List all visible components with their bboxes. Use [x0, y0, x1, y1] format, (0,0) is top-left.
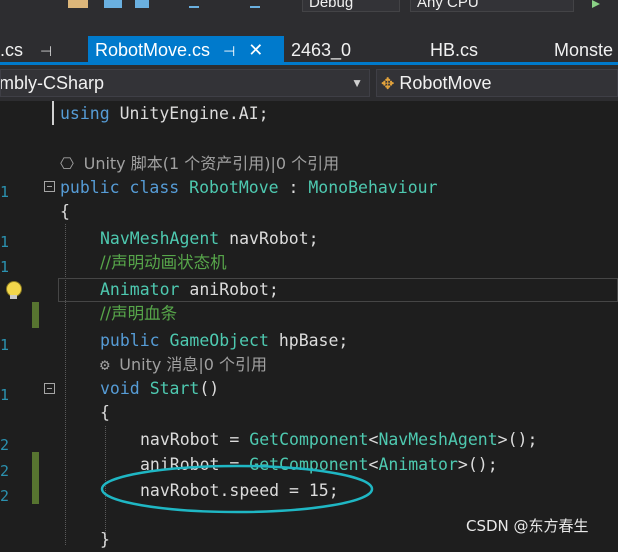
type-dropdown[interactable]: ✥ RobotMove [376, 69, 618, 97]
class-icon: ✥ [381, 76, 395, 93]
code-line: Animator aniRobot; [100, 278, 279, 302]
codelens-line[interactable]: ⎔ Unity 脚本(1 个资产引用)|0 个引用 [60, 152, 339, 176]
close-brace: } [100, 530, 110, 549]
keyword-using: using [60, 104, 110, 123]
save-icon[interactable] [104, 0, 122, 8]
project-label: mbly-CSharp [0, 73, 105, 93]
change-marker [32, 452, 39, 504]
codelens-line[interactable]: ⚙ Unity 消息|0 个引用 [100, 353, 267, 377]
project-dropdown[interactable]: mbly-CSharp ▼ [0, 69, 370, 97]
save-all-icon[interactable] [135, 0, 149, 8]
comment-line: //声明动画状态机 [100, 251, 227, 275]
call-end: >(); [497, 430, 538, 449]
field-name: aniRobot; [179, 280, 279, 299]
assign-text: aniRobot = [140, 455, 250, 474]
line-number-cut: 1 [0, 386, 8, 404]
line-number-cut: 1 [0, 258, 8, 276]
field-name: hpBase; [268, 331, 349, 350]
parens: () [199, 379, 220, 398]
code-line: public class RobotMove : MonoBehaviour [60, 176, 438, 200]
configuration-combo[interactable]: Debug [302, 0, 400, 12]
method-call: GetComponent [249, 455, 369, 474]
line-number-cut: 2 [0, 487, 8, 505]
keyword-void: void [100, 379, 140, 398]
open-brace: { [100, 403, 110, 422]
undo-icon[interactable] [250, 0, 260, 8]
namespace-text: UnityEngine.AI; [109, 104, 269, 123]
comment-text: //声明动画状态机 [100, 253, 227, 272]
assign-text: navRobot = [140, 430, 250, 449]
play-icon[interactable] [592, 0, 600, 8]
indent-guide [52, 101, 54, 125]
open-brace: { [60, 202, 70, 221]
type-navmeshagent: NavMeshAgent [100, 229, 220, 248]
line-number-cut: 1 [0, 233, 8, 251]
angle-open: < [368, 455, 379, 474]
fold-toggle-icon[interactable] [44, 383, 55, 394]
tab-monster[interactable]: Monste [554, 36, 613, 64]
watermark: CSDN @东方春生 [466, 517, 589, 535]
indent-guide [65, 224, 66, 545]
type-animator: Animator [100, 280, 180, 299]
tab-label: RobotMove.cs [95, 40, 211, 60]
type-gameobject: GameObject [169, 331, 269, 350]
codelens-text[interactable]: Unity 消息|0 个引用 [119, 355, 267, 374]
code-line: public GameObject hpBase; [100, 329, 348, 353]
class-name: RobotMove [189, 178, 279, 197]
angle-open: < [368, 430, 379, 449]
codelens-text[interactable]: Unity 脚本(1 个资产引用)|0 个引用 [84, 154, 340, 173]
generic-type: NavMeshAgent [378, 430, 498, 449]
close-icon[interactable]: ✕ [248, 40, 263, 60]
code-line: } [100, 528, 110, 552]
change-marker [32, 302, 39, 328]
code-line: navRobot.speed = 15; [140, 479, 339, 503]
gear-icon: ⚙ [100, 355, 120, 374]
colon: : [278, 178, 309, 197]
line-number-cut: 2 [0, 462, 8, 480]
tab-label: Monste [554, 40, 614, 60]
tab-label: 2463_0 [291, 40, 352, 60]
lightbulb-base-icon [10, 295, 17, 299]
keyword-public: public [60, 178, 120, 197]
method-name: Start [149, 379, 200, 398]
platform-combo[interactable]: Any CPU [410, 0, 574, 12]
tab-prev-cs[interactable]: .cs ⊣ [0, 36, 52, 64]
tab-2463-0[interactable]: 2463_0 [291, 36, 351, 64]
toolbar: Debug Any CPU [0, 0, 618, 14]
code-line: { [60, 200, 70, 224]
line-number-cut: 1 [0, 336, 8, 354]
pin-icon[interactable]: ⊣ [40, 43, 52, 59]
folder-icon[interactable] [68, 0, 88, 8]
code-line: navRobot = GetComponent<NavMeshAgent>(); [140, 428, 537, 452]
comment-text: //声明血条 [100, 304, 178, 323]
code-line: using UnityEngine.AI; [60, 102, 269, 126]
redo-icon[interactable] [189, 0, 199, 8]
type-label: RobotMove [399, 73, 492, 93]
tab-label: HB.cs [430, 40, 479, 60]
call-end: >(); [457, 455, 498, 474]
code-line: void Start() [100, 377, 219, 401]
speed-assignment: navRobot.speed = 15; [140, 481, 339, 500]
method-call: GetComponent [249, 430, 369, 449]
generic-type: Animator [378, 455, 458, 474]
field-name: navRobot; [219, 229, 319, 248]
keyword-class: class [129, 178, 180, 197]
comment-line: //声明血条 [100, 302, 177, 326]
line-number-cut: 2 [0, 436, 8, 454]
tab-hb[interactable]: HB.cs [430, 36, 478, 64]
base-class: MonoBehaviour [308, 178, 438, 197]
chevron-down-icon[interactable]: ▼ [351, 70, 363, 96]
tab-robotmove[interactable]: RobotMove.cs ⊣ ✕ [88, 36, 284, 64]
code-line: aniRobot = GetComponent<Animator>(); [140, 453, 498, 477]
pin-icon[interactable]: ⊣ [223, 43, 235, 59]
tab-label: .cs [0, 40, 24, 60]
line-number-cut: 1 [0, 183, 8, 201]
cube-icon: ⎔ [60, 154, 84, 173]
keyword-public: public [100, 331, 160, 350]
code-line: { [100, 401, 110, 425]
fold-toggle-icon[interactable] [44, 181, 55, 192]
code-line: NavMeshAgent navRobot; [100, 227, 319, 251]
